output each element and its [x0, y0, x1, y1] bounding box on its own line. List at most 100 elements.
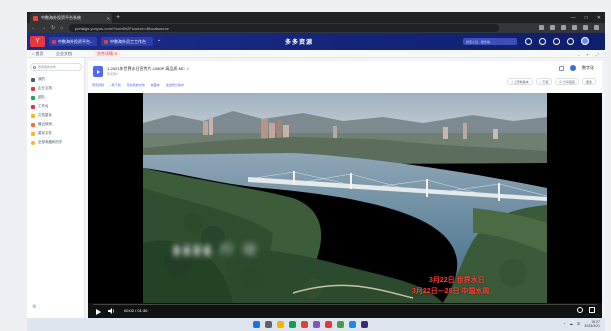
- app-logo: Y: [30, 36, 45, 47]
- action-link-download[interactable]: +收下载: [110, 83, 121, 87]
- sidebar-item-doc-star[interactable]: 文档星标: [31, 112, 52, 119]
- browser-app-icon[interactable]: [289, 321, 296, 328]
- favicon-icon: [33, 15, 38, 21]
- input-method-icon[interactable]: 中: [577, 322, 581, 327]
- owner-avatar: [570, 65, 576, 71]
- search-icon: [33, 65, 36, 69]
- copy-link-icon[interactable]: [559, 65, 564, 71]
- clock-icon: [31, 122, 35, 127]
- help-icon[interactable]: [553, 37, 560, 45]
- file-top-right: 数字化: [559, 65, 594, 71]
- wps-icon[interactable]: [325, 321, 332, 328]
- taskbar-search-icon[interactable]: [265, 321, 272, 328]
- file-action-links: 预览视频 +收下载 写在我的文档 收藏夹 发送到分组中: [92, 83, 184, 87]
- wechat-icon[interactable]: [337, 321, 344, 328]
- file-explorer-icon[interactable]: [277, 321, 284, 328]
- cloud-icon[interactable]: ☁: [569, 322, 573, 326]
- share-icon[interactable]: [539, 25, 544, 30]
- reload-icon[interactable]: ↻: [51, 24, 55, 32]
- notification-icon[interactable]: [539, 37, 546, 45]
- close-window-button[interactable]: ✕: [597, 15, 601, 21]
- profile-icon[interactable]: [583, 25, 588, 30]
- action-link-favorite[interactable]: 收藏夹: [151, 83, 160, 87]
- settings-icon[interactable]: [567, 37, 574, 45]
- video-time: 00:02 / 01:30: [124, 308, 148, 313]
- url-text: portalgs.yonyou.com/?vcml%2Fsource=4floo…: [75, 25, 169, 31]
- back-icon[interactable]: ←: [31, 24, 36, 32]
- upload-version-button[interactable]: + 上传新版本: [507, 78, 533, 85]
- header-staff-button[interactable]: 中数海外员工工作台: [101, 37, 153, 46]
- file-title: 1-2021年世界水日宣传片-1080P 高品质-MC ☆: [107, 66, 190, 71]
- message-icon[interactable]: [525, 37, 532, 45]
- system-tray: ^ ☁ 中 16:27 2023/3/21: [564, 320, 600, 328]
- sidebar-search-input[interactable]: 搜索我的文件: [30, 63, 82, 71]
- address-bar-row: ← → ↻ ⌂ portalgs.yonyou.com/?vcml%2Fsour…: [27, 23, 605, 33]
- video-caption-world-water-day: 3月22日 世界水日: [429, 277, 485, 284]
- page-tabs-row: ⌂ 首页 企业文档 文件详情 ✕ ⌄ ⇤ ⤢: [27, 50, 605, 58]
- blurred-title-overlay: ▮▮▮▮ 行 动: [173, 242, 259, 257]
- tab-enterprise-docs[interactable]: 企业文档: [53, 50, 75, 58]
- header-search-input[interactable]: 搜索人员、服务等: [463, 38, 517, 45]
- folder-icon: [31, 77, 35, 82]
- owner-name: 数字化: [582, 65, 594, 70]
- play-icon[interactable]: [96, 309, 101, 315]
- sidebar-item-team[interactable]: 团队: [31, 94, 45, 101]
- sidebar-icon[interactable]: [572, 25, 577, 30]
- tab-home[interactable]: ⌂ 首页: [29, 50, 47, 58]
- video-settings-icon[interactable]: [577, 307, 583, 313]
- share-link-button[interactable]: ⊘ 分享链接: [555, 78, 579, 85]
- app-icon-blue[interactable]: [349, 321, 356, 328]
- tray-expand-icon[interactable]: ^: [564, 322, 566, 326]
- sidebar-settings-icon[interactable]: ⚙: [32, 304, 36, 310]
- browser-tab[interactable]: 中数海外投资平台系统 ✕: [30, 13, 112, 23]
- tab-list-icon[interactable]: ⌄: [577, 52, 580, 57]
- url-field[interactable]: portalgs.yonyou.com/?vcml%2Fsource=4floo…: [69, 24, 499, 32]
- home-icon[interactable]: ⌂: [60, 24, 63, 32]
- sidebar-item-enterprise-docs[interactable]: 企业文档: [31, 85, 52, 92]
- maximize-button[interactable]: □: [585, 15, 588, 21]
- close-tab-icon[interactable]: ✕: [107, 16, 110, 21]
- action-link-send[interactable]: 发送到分组中: [166, 83, 184, 87]
- sidebar-item-recent[interactable]: 最近使用: [31, 121, 52, 128]
- extension-icon[interactable]: [561, 25, 566, 30]
- user-avatar[interactable]: [581, 37, 589, 45]
- file-detail-card: 1-2021年世界水日宣传片-1080P 高品质-MC ☆ 暂无简介 预览视频 …: [88, 61, 602, 318]
- action-link-preview[interactable]: 预览视频: [92, 83, 104, 87]
- premiere-icon[interactable]: [361, 321, 368, 328]
- video-fullscreen-icon[interactable]: [589, 307, 595, 313]
- taskbar-apps: [253, 321, 368, 328]
- chevron-down-icon[interactable]: ⌄: [157, 37, 161, 43]
- action-link-save[interactable]: 写在我的文档: [127, 83, 145, 87]
- sidebar-item-mine[interactable]: 我的: [31, 76, 45, 83]
- video-frame-river-city: [143, 93, 547, 303]
- tab-file-detail[interactable]: 文件详情 ✕: [94, 50, 121, 58]
- windows-start-icon[interactable]: [253, 321, 260, 328]
- file-button-row: + 上传新版本 ↓ 下载 ⊘ 分享链接 更多: [507, 78, 596, 85]
- minimize-button[interactable]: —: [571, 15, 576, 21]
- sidebar-item-history[interactable]: 全部收藏和历史: [31, 139, 63, 146]
- history-icon: [31, 140, 35, 145]
- staff-icon: [104, 39, 108, 44]
- sidebar-item-starred[interactable]: 星标文件: [31, 130, 52, 137]
- app-header: Y 中数海外投资平台... 中数海外员工工作台 ⌄ 多多资源 搜索人员、服务等: [27, 33, 605, 50]
- more-button[interactable]: 更多: [581, 78, 596, 85]
- video-controls: 00:02 / 01:30: [88, 303, 602, 318]
- download-button[interactable]: ↓ 下载: [535, 78, 553, 85]
- taskbar-clock[interactable]: 16:27 2023/3/21: [584, 320, 600, 328]
- collapse-icon[interactable]: ⇤: [586, 52, 589, 57]
- star-icon[interactable]: [550, 25, 555, 30]
- video-player[interactable]: ▮▮▮▮ 行 动 3月22日 世界水日 3月22日—28日 中国水周 00:02…: [88, 93, 602, 318]
- app-icon-purple[interactable]: [313, 321, 320, 328]
- browser-window: 中数海外投资平台系统 ✕ + — □ ✕ ← → ↻ ⌂ portalgs.yo…: [27, 12, 605, 318]
- new-tab-button[interactable]: +: [116, 13, 120, 22]
- sidebar-item-workbench[interactable]: 工作台: [31, 103, 49, 110]
- fullscreen-icon[interactable]: ⤢: [596, 52, 599, 57]
- video-progress-bar[interactable]: [93, 304, 597, 305]
- workbench-icon: [31, 104, 35, 109]
- menu-icon[interactable]: [594, 25, 599, 30]
- volume-icon[interactable]: [108, 308, 115, 314]
- forward-icon[interactable]: →: [41, 24, 46, 32]
- team-icon: [31, 95, 35, 100]
- header-workspace-button[interactable]: 中数海外投资平台...: [49, 37, 97, 46]
- chrome-icon[interactable]: [301, 321, 308, 328]
